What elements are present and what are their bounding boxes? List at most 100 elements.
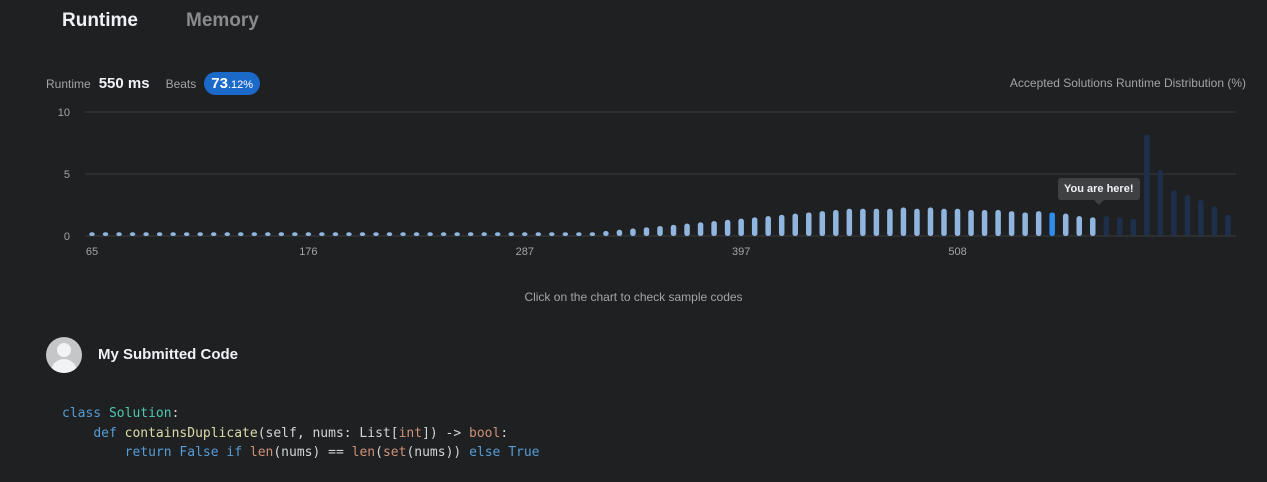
chart-bar[interactable] [1022, 212, 1028, 236]
chart-bar[interactable] [305, 232, 312, 236]
chart-bar[interactable] [467, 232, 474, 236]
beats-badge: 73.12% [204, 72, 261, 95]
chart-bar[interactable] [373, 232, 379, 236]
chart-hint: Click on the chart to check sample codes [524, 290, 743, 304]
submitted-code-block[interactable]: class Solution: def containsDuplicate(se… [62, 404, 540, 463]
chart-bar[interactable] [319, 232, 325, 236]
chart-bar[interactable] [440, 232, 447, 236]
code-token: ]) -> [422, 425, 470, 441]
chart-bar[interactable] [359, 232, 366, 236]
chart-bar[interactable] [616, 229, 623, 236]
chart-bar[interactable] [346, 232, 352, 236]
chart-bar[interactable] [494, 232, 501, 236]
chart-bar[interactable] [535, 232, 542, 236]
chart-bar[interactable] [413, 232, 420, 236]
chart-bar[interactable] [751, 217, 758, 236]
chart-bar[interactable] [170, 232, 176, 236]
chart-bar[interactable] [1103, 216, 1110, 236]
chart-bar[interactable] [954, 208, 961, 236]
chart-bar[interactable] [724, 219, 731, 236]
chart-bar[interactable] [887, 208, 893, 236]
code-token: : [500, 425, 509, 441]
chart-bar[interactable] [454, 232, 460, 236]
chart-bar[interactable] [89, 232, 95, 236]
chart-bar[interactable] [1171, 190, 1177, 236]
chart-bar[interactable] [603, 231, 609, 236]
chart-bar[interactable] [292, 232, 298, 236]
chart-bar[interactable] [238, 232, 244, 236]
chart-bar[interactable] [278, 232, 285, 236]
chart-bar[interactable] [1157, 170, 1164, 236]
tab-bar: Runtime Memory [62, 8, 259, 34]
chart-bar[interactable] [941, 208, 947, 236]
chart-bar[interactable] [738, 218, 744, 236]
code-token: False [179, 445, 219, 460]
chart-bar[interactable] [562, 232, 569, 236]
chart-bar[interactable] [481, 232, 487, 236]
chart-bar[interactable] [630, 228, 636, 236]
chart-bar[interactable] [1211, 206, 1218, 236]
chart-bar[interactable] [643, 227, 650, 236]
chart-bar[interactable] [860, 208, 866, 236]
chart-bar[interactable] [873, 208, 880, 236]
chart-bar[interactable] [1090, 217, 1096, 236]
chart-bar[interactable] [210, 232, 217, 236]
chart-bar[interactable] [116, 232, 122, 236]
chart-bar[interactable] [806, 212, 812, 236]
chart-bar[interactable] [332, 232, 339, 236]
chart-bar[interactable] [265, 232, 271, 236]
x-tick-label: 176 [299, 246, 317, 258]
chart-bar[interactable] [995, 209, 1001, 236]
code-token: return [124, 445, 172, 460]
code-token: ( [375, 445, 383, 460]
chart-bar[interactable] [792, 213, 798, 236]
chart-bar[interactable] [508, 232, 514, 236]
chart-bar[interactable] [1062, 213, 1069, 236]
chart-bar[interactable] [657, 226, 663, 236]
chart-bar[interactable] [224, 232, 230, 236]
chart-bar[interactable] [968, 209, 974, 236]
chart-bar[interactable] [1035, 211, 1042, 236]
chart-bar[interactable] [914, 208, 920, 236]
chart-bar[interactable] [1144, 134, 1150, 236]
chart-bar[interactable] [697, 222, 704, 236]
chart-bar[interactable] [400, 232, 406, 236]
chart-bar[interactable] [833, 209, 839, 236]
chart-bar[interactable] [129, 232, 136, 236]
tab-runtime[interactable]: Runtime [62, 8, 138, 34]
chart-bar[interactable] [670, 224, 677, 236]
chart-bar-current[interactable] [1049, 212, 1055, 236]
chart-bar[interactable] [1198, 200, 1204, 236]
chart-bar[interactable] [549, 232, 555, 236]
chart-bar[interactable] [522, 232, 528, 236]
chart-bar[interactable] [1117, 217, 1123, 236]
chart-bar[interactable] [427, 232, 433, 236]
submitted-code-heading: My Submitted Code [98, 346, 239, 363]
chart-bar[interactable] [819, 211, 826, 236]
code-line: return False if len(nums) == len(set(num… [62, 445, 540, 460]
chart-bar[interactable] [1008, 211, 1015, 236]
chart-bar[interactable] [143, 232, 149, 236]
chart-bar[interactable] [778, 214, 785, 236]
chart-bar[interactable] [386, 232, 393, 236]
chart-bar[interactable] [1184, 195, 1191, 236]
chart-bar[interactable] [846, 208, 853, 236]
chart-bar[interactable] [589, 232, 596, 236]
chart-bar[interactable] [900, 207, 907, 236]
chart-bar[interactable] [927, 207, 934, 236]
tab-memory[interactable]: Memory [186, 8, 259, 34]
chart-bar[interactable] [684, 223, 690, 236]
y-tick-label: 0 [64, 231, 70, 243]
chart-bar[interactable] [711, 221, 717, 236]
chart-bar[interactable] [576, 232, 582, 236]
chart-bar[interactable] [1076, 216, 1082, 236]
chart-bar[interactable] [183, 232, 190, 236]
chart-bar[interactable] [1130, 218, 1137, 236]
chart-bar[interactable] [156, 232, 163, 236]
chart-bar[interactable] [1225, 214, 1231, 236]
chart-bar[interactable] [765, 216, 771, 236]
chart-bar[interactable] [251, 232, 258, 236]
chart-bar[interactable] [102, 232, 109, 236]
chart-bar[interactable] [197, 232, 203, 236]
chart-bar[interactable] [981, 209, 988, 236]
